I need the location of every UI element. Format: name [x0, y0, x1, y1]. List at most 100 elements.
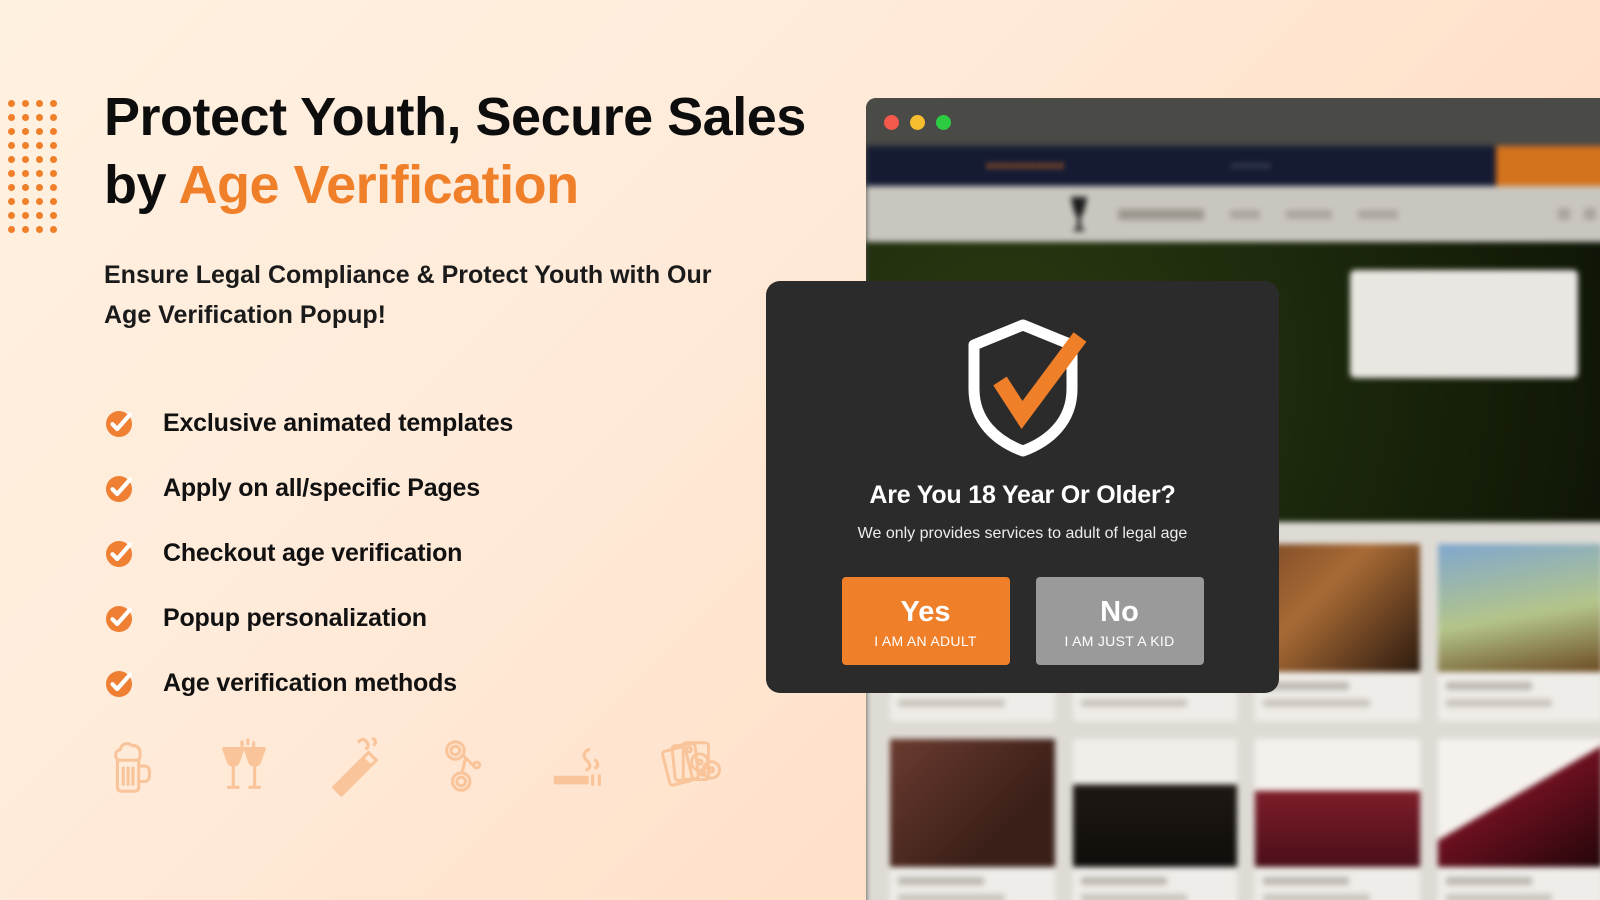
cart-icon[interactable] — [1584, 208, 1596, 220]
product-name — [898, 877, 985, 885]
handcuffs-icon — [436, 735, 498, 797]
close-icon[interactable] — [884, 114, 899, 130]
decorative-dot — [36, 100, 43, 107]
nav-link[interactable] — [1358, 209, 1398, 219]
headline-line-2-accent: Age Verification — [178, 154, 580, 215]
wine-glass-logo-icon — [1070, 197, 1088, 231]
decorative-dot — [36, 226, 43, 233]
decorative-dot — [22, 156, 29, 163]
decorative-dot — [8, 156, 15, 163]
decorative-dot — [50, 170, 57, 177]
decorative-dot — [22, 226, 29, 233]
promo-banner: Protect Youth, Secure Sales by Age Verif… — [0, 0, 1600, 900]
hero-subheadline: Ensure Legal Compliance & Protect Youth … — [104, 261, 712, 329]
yes-button-primary-label: Yes — [900, 596, 951, 629]
product-card[interactable] — [1437, 544, 1600, 721]
announcement-button[interactable] — [1496, 146, 1600, 186]
browser-titlebar — [866, 98, 1600, 146]
product-image — [1255, 739, 1420, 867]
decorative-dot — [50, 226, 57, 233]
shield-check-icon — [962, 317, 1086, 457]
product-price — [898, 894, 1005, 900]
decorative-dot — [22, 212, 29, 219]
announcement-subtext: ●●●●●● — [1231, 160, 1271, 172]
product-image — [1072, 739, 1237, 867]
nav-link[interactable] — [1286, 209, 1332, 219]
decorative-dot — [22, 128, 29, 135]
feature-label: Exclusive animated templates — [163, 409, 514, 437]
decorative-dot — [36, 198, 43, 205]
announcement-text: ●●●●●●●●●●● — [986, 160, 1065, 172]
decorative-dot — [8, 142, 15, 149]
decorative-dot — [50, 184, 57, 191]
headline-line-1: Protect Youth, Secure Sales — [104, 87, 806, 147]
check-circle-icon — [104, 604, 134, 634]
cigarette-smoke-icon — [548, 735, 610, 797]
playing-cards-dice-icon — [660, 735, 722, 797]
decorative-dot — [50, 198, 57, 205]
feature-label: Apply on all/specific Pages — [163, 474, 480, 502]
age-verification-subtitle: We only provides services to adult of le… — [857, 525, 1188, 542]
search-icon[interactable] — [1558, 208, 1570, 220]
decorative-dot — [36, 184, 43, 191]
nav-link[interactable] — [1230, 209, 1260, 219]
decorative-dot — [8, 128, 15, 135]
decorative-dot — [36, 156, 43, 163]
check-circle-icon — [104, 669, 134, 699]
product-name — [1080, 877, 1167, 885]
decorative-dot-grid — [8, 100, 64, 240]
check-circle-icon — [104, 409, 134, 439]
hero-text-column: Protect Youth, Secure Sales by Age Verif… — [104, 84, 864, 716]
page-title: Protect Youth, Secure Sales by Age Verif… — [104, 84, 864, 219]
product-name — [1263, 877, 1350, 885]
hero-promo-card — [1350, 270, 1578, 378]
product-price — [1080, 894, 1188, 900]
age-verification-popup: Are You 18 Year Or Older? We only provid… — [766, 281, 1279, 693]
decorative-dot — [50, 142, 57, 149]
vape-pen-icon — [324, 735, 386, 797]
product-image — [1437, 544, 1600, 672]
check-circle-icon — [104, 539, 134, 569]
product-price — [1445, 894, 1553, 900]
yes-button-secondary-label: I AM AN ADULT — [874, 632, 977, 649]
product-price — [1445, 699, 1553, 707]
decorative-dot — [36, 114, 43, 121]
product-card[interactable] — [1072, 739, 1237, 900]
product-price — [898, 699, 1005, 707]
feature-item: Checkout age verification — [104, 521, 864, 586]
decorative-dot — [36, 128, 43, 135]
decorative-dot — [8, 226, 15, 233]
feature-item: Age verification methods — [104, 651, 864, 716]
age-verification-title: Are You 18 Year Or Older? — [869, 481, 1176, 509]
nav-action-icons — [1558, 208, 1596, 220]
feature-list: Exclusive animated templates Apply on all… — [104, 391, 864, 716]
decorative-dot — [22, 114, 29, 121]
store-brand-name — [1118, 208, 1204, 220]
product-image — [1437, 739, 1600, 867]
feature-label: Checkout age verification — [163, 539, 463, 567]
wine-glasses-cheers-icon — [212, 735, 274, 797]
product-card[interactable] — [1437, 739, 1600, 900]
maximize-icon[interactable] — [936, 114, 951, 130]
restricted-product-icon-row — [100, 735, 722, 797]
decorative-dot — [8, 100, 15, 107]
decorative-dot — [36, 212, 43, 219]
beer-mug-icon — [100, 735, 162, 797]
decorative-dot — [22, 170, 29, 177]
decorative-dot — [50, 114, 57, 121]
no-button-primary-label: No — [1100, 596, 1139, 629]
product-image — [890, 739, 1055, 867]
no-i-am-just-a-kid-button[interactable]: No I AM JUST A KID — [1035, 577, 1204, 665]
decorative-dot — [22, 198, 29, 205]
product-price — [1080, 699, 1188, 707]
no-button-secondary-label: I AM JUST A KID — [1064, 632, 1175, 649]
product-card[interactable] — [890, 739, 1055, 900]
decorative-dot — [50, 156, 57, 163]
feature-label: Age verification methods — [163, 669, 457, 697]
product-card[interactable] — [1255, 544, 1420, 721]
product-card[interactable] — [1255, 739, 1420, 900]
product-price — [1263, 894, 1370, 900]
product-name — [1445, 877, 1532, 885]
minimize-icon[interactable] — [910, 114, 925, 130]
yes-i-am-an-adult-button[interactable]: Yes I AM AN ADULT — [841, 577, 1010, 665]
